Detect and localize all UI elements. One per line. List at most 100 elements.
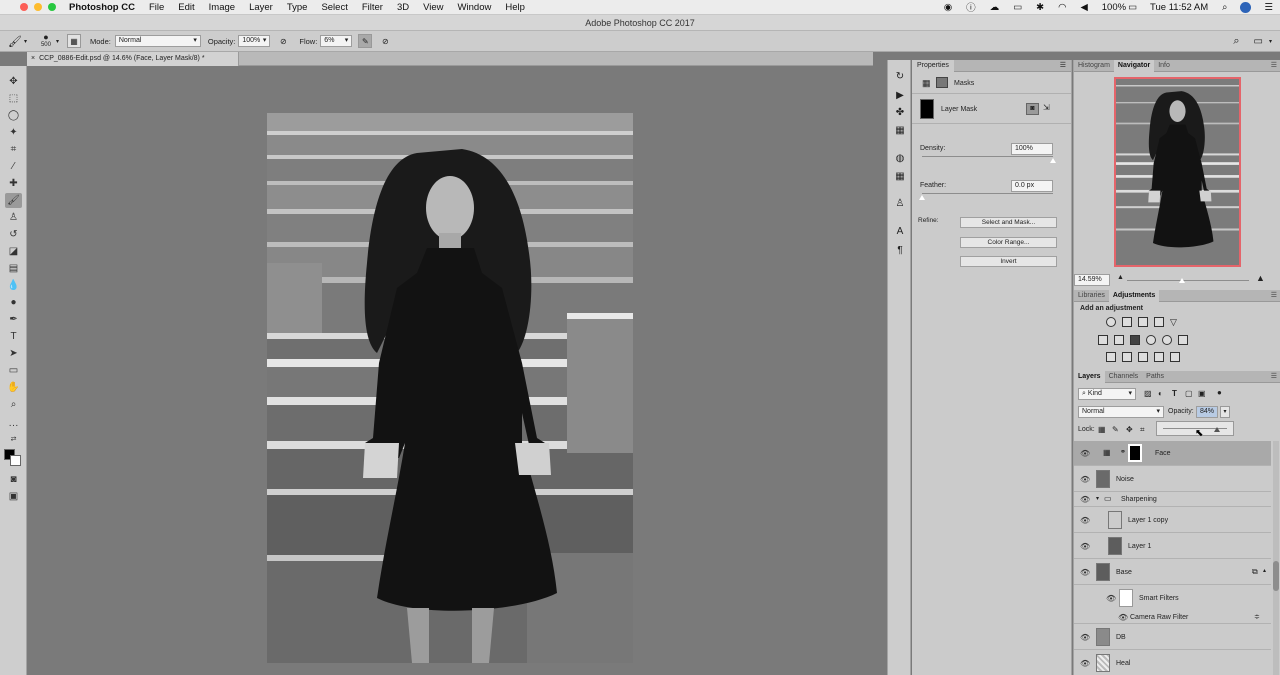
swap-colors-icon[interactable]: ⇄ <box>5 434 22 444</box>
record-icon[interactable]: ◉ <box>937 2 959 13</box>
density-field[interactable]: 100% <box>1011 143 1053 155</box>
layer-row-smart-filters[interactable]: 👁 Smart Filters <box>1074 586 1271 612</box>
tab-libraries[interactable]: Libraries <box>1074 290 1109 302</box>
panel-menu-icon[interactable]: ☰ <box>1267 60 1280 72</box>
layer-row-layer-1[interactable]: 👁 Layer 1 <box>1074 534 1271 559</box>
visibility-eye-icon[interactable]: 👁 <box>1080 449 1090 458</box>
color-balance-icon[interactable] <box>1114 335 1124 345</box>
opacity-field[interactable]: 100% ▾ <box>238 35 271 47</box>
menu-filter[interactable]: Filter <box>355 2 390 13</box>
visibility-eye-icon[interactable]: 👁 <box>1080 516 1090 525</box>
swatches-icon[interactable]: ▦ <box>893 170 907 183</box>
layer-opacity-field[interactable]: 84% <box>1196 406 1218 418</box>
panel-menu-icon[interactable]: ☰ <box>1267 290 1280 302</box>
close-icon[interactable]: × <box>31 55 35 62</box>
flow-field[interactable]: 6% ▾ <box>320 35 353 47</box>
screen-mode-icon[interactable]: ▣ <box>5 489 22 504</box>
threshold-icon[interactable] <box>1138 352 1148 362</box>
visibility-eye-icon[interactable]: 👁 <box>1080 633 1090 642</box>
hand-tool-icon[interactable]: ✋ <box>5 380 22 395</box>
select-mask-icon[interactable]: ◙ <box>1026 103 1039 115</box>
layer-thumbnail[interactable] <box>1096 654 1110 672</box>
menu-image[interactable]: Image <box>202 2 242 13</box>
filter-pixel-icon[interactable]: ▨ <box>1144 389 1152 398</box>
visibility-eye-icon[interactable]: 👁 <box>1080 475 1090 484</box>
clone-source-icon[interactable]: ♙ <box>893 197 907 210</box>
vibrance-icon[interactable]: ▽ <box>1170 317 1180 327</box>
layer-row-face[interactable]: 👁 ▦ ⚭ Face <box>1074 441 1271 466</box>
invert-button[interactable]: Invert <box>960 256 1057 267</box>
tab-adjustments[interactable]: Adjustments <box>1108 289 1160 302</box>
menu-select[interactable]: Select <box>314 2 354 13</box>
panel-menu-icon[interactable]: ☰ <box>1055 60 1071 72</box>
user-avatar[interactable] <box>1240 1 1252 13</box>
background-color-swatch[interactable] <box>10 455 21 466</box>
type-tool-icon[interactable]: T <box>5 329 22 344</box>
layers-scrollbar[interactable] <box>1273 441 1279 675</box>
actions-icon[interactable]: ▶ <box>893 89 907 102</box>
layer-row-db[interactable]: 👁 DB <box>1074 625 1271 650</box>
pressure-opacity-icon[interactable]: ⊘ <box>276 34 290 48</box>
spotlight-icon[interactable]: ⌕ <box>1215 2 1234 13</box>
rectangle-tool-icon[interactable]: ▭ <box>5 363 22 378</box>
tab-paths[interactable]: Paths <box>1142 371 1168 383</box>
battery-icon[interactable]: ▭ <box>1128 2 1143 13</box>
menu-file[interactable]: File <box>142 2 171 13</box>
lock-transparency-icon[interactable]: ▦ <box>1098 425 1106 434</box>
layer-row-noise[interactable]: 👁 Noise <box>1074 467 1271 492</box>
more-tools-icon[interactable]: ··· <box>5 418 22 433</box>
airbrush-icon[interactable]: ✎ <box>358 34 373 48</box>
quick-mask-icon[interactable]: ◙ <box>5 472 22 487</box>
chevron-down-icon[interactable]: ▾ <box>1096 495 1099 502</box>
healing-brush-tool-icon[interactable]: ✚ <box>5 176 22 191</box>
move-tool-icon[interactable]: ✥ <box>5 74 22 89</box>
layer-row-heal[interactable]: 👁 Heal <box>1074 651 1271 675</box>
layer-row-base[interactable]: 👁 Base ⧉ ▴ <box>1074 560 1271 585</box>
brush-preset-picker[interactable]: ● 500 <box>37 32 55 50</box>
volume-icon[interactable]: ◀ <box>1073 2 1094 13</box>
panel-menu-icon[interactable]: ☰ <box>1267 371 1280 383</box>
visibility-eye-icon[interactable]: 👁 <box>1080 542 1090 551</box>
history-icon[interactable]: ↻ <box>893 70 907 83</box>
lock-position-icon[interactable]: ✥ <box>1126 425 1133 434</box>
workspace-icon[interactable]: ▭ <box>1254 36 1263 47</box>
chevron-up-icon[interactable]: ▴ <box>1263 567 1266 574</box>
filter-options-icon[interactable]: ≑ <box>1254 613 1260 621</box>
brush-tool-icon[interactable]: 🖌 <box>8 35 22 48</box>
feather-slider-track[interactable] <box>922 193 1053 194</box>
color-range-button[interactable]: Color Range... <box>960 237 1057 248</box>
exposure-icon[interactable] <box>1154 317 1164 327</box>
display-icon[interactable]: ▭ <box>1006 2 1029 13</box>
posterize-icon[interactable] <box>1122 352 1132 362</box>
bluetooth-icon[interactable]: ✱ <box>1029 2 1051 13</box>
clock[interactable]: Tue 11:52 AM <box>1143 2 1215 13</box>
visibility-eye-icon[interactable]: 👁 <box>1118 613 1128 622</box>
layer-group-sharpening[interactable]: 👁 ▾ ▭ Sharpening <box>1074 493 1271 507</box>
path-selection-tool-icon[interactable]: ➤ <box>5 346 22 361</box>
pressure-size-icon[interactable]: ⊘ <box>378 34 392 48</box>
tool-preset-chevron-icon[interactable]: ▾ <box>24 38 27 45</box>
navigator-preview[interactable] <box>1114 77 1241 267</box>
creative-cloud-icon[interactable]: ☁ <box>983 2 1007 13</box>
character-icon[interactable]: A <box>893 225 907 238</box>
invert-adjustment-icon[interactable] <box>1106 352 1116 362</box>
hue-saturation-icon[interactable] <box>1098 335 1108 345</box>
paragraph-icon[interactable]: ¶ <box>893 244 907 257</box>
levels-icon[interactable] <box>1122 317 1132 327</box>
menu-type[interactable]: Type <box>280 2 315 13</box>
selective-color-icon[interactable] <box>1154 352 1164 362</box>
brush-settings-icon[interactable]: ▦ <box>893 124 907 137</box>
notification-icon[interactable]: ☰ <box>1257 2 1280 13</box>
visibility-eye-icon[interactable]: 👁 <box>1080 659 1090 668</box>
layer-mask-thumbnail[interactable] <box>1128 444 1142 462</box>
menu-3d[interactable]: 3D <box>390 2 416 13</box>
visibility-eye-icon[interactable]: 👁 <box>1080 495 1090 504</box>
lasso-tool-icon[interactable]: ◯ <box>5 108 22 123</box>
search-icon[interactable]: ⌕ <box>1233 35 1239 48</box>
layer-thumbnail[interactable] <box>1096 470 1110 488</box>
feather-field[interactable]: 0.0 px <box>1011 180 1053 192</box>
battery-percent[interactable]: 100% <box>1095 2 1128 13</box>
tab-navigator[interactable]: Navigator <box>1113 59 1155 72</box>
brush-panel-toggle-icon[interactable]: ▦ <box>67 34 81 48</box>
layer-thumbnail[interactable] <box>1096 563 1110 581</box>
